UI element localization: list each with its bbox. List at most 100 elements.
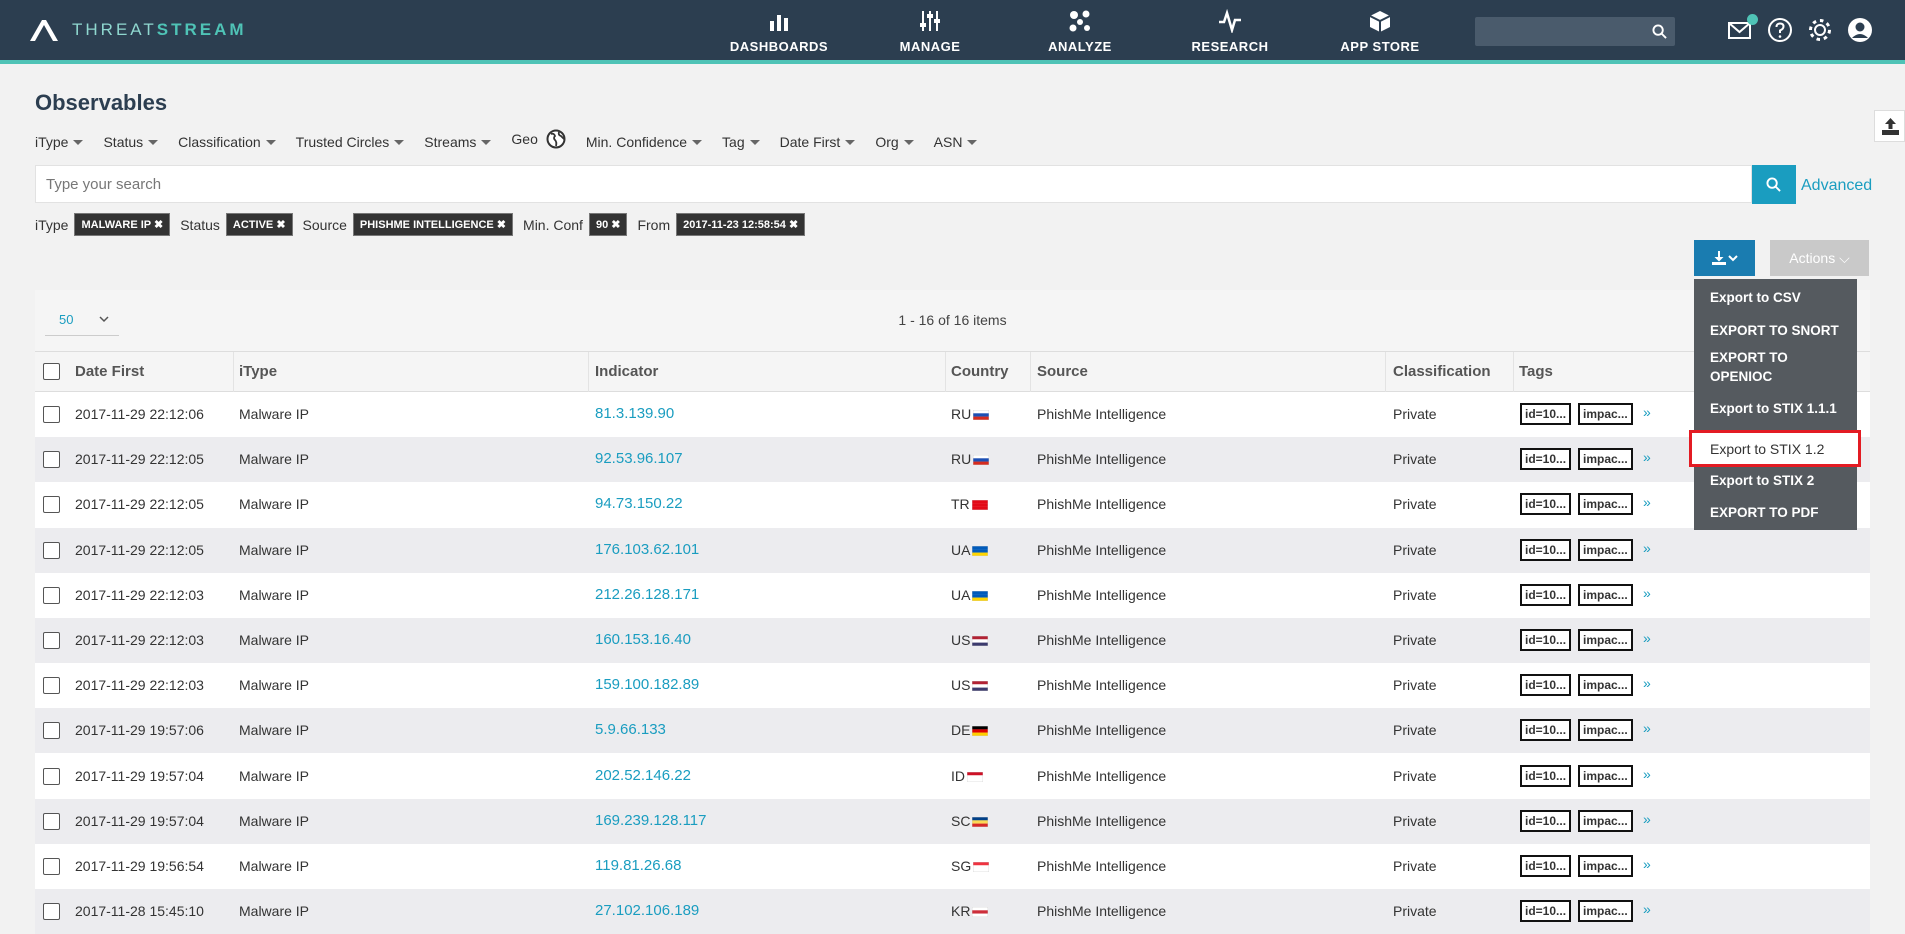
row-checkbox[interactable]: [43, 451, 60, 469]
filter-classification[interactable]: Classification: [178, 134, 276, 150]
more-tags-icon[interactable]: »: [1643, 811, 1651, 827]
nav-analyze[interactable]: ANALYZE: [1015, 9, 1145, 54]
row-checkbox[interactable]: [43, 406, 60, 423]
select-all-checkbox[interactable]: [43, 363, 60, 380]
col-country[interactable]: Country: [951, 363, 1009, 380]
advanced-search-link[interactable]: Advanced: [1801, 177, 1872, 195]
export-openioc-item[interactable]: EXPORT TO OPENIOC: [1710, 348, 1850, 386]
upload-button[interactable]: [1874, 110, 1905, 142]
filter-date-first[interactable]: Date First: [780, 134, 856, 150]
chip-from[interactable]: 2017-11-23 12:58:54 ✖: [676, 213, 806, 236]
nav-manage[interactable]: MANAGE: [865, 9, 995, 54]
user-icon[interactable]: [1847, 17, 1873, 43]
indicator-link[interactable]: 92.53.96.107: [595, 450, 683, 467]
table-row[interactable]: 2017-11-29 22:12:05 Malware IP 92.53.96.10…: [35, 437, 1870, 483]
brand-logo[interactable]: THREATSTREAM: [28, 18, 247, 42]
table-row[interactable]: 2017-11-28 15:45:10 Malware IP 27.102.106.…: [35, 889, 1870, 934]
tag-chip[interactable]: impac...: [1578, 855, 1633, 877]
col-classification[interactable]: Classification: [1393, 363, 1491, 380]
more-tags-icon[interactable]: »: [1643, 449, 1651, 465]
tag-chip[interactable]: impac...: [1578, 764, 1633, 787]
tag-chip[interactable]: id=10...: [1520, 719, 1572, 742]
tag-chip[interactable]: impac...: [1578, 448, 1633, 471]
tag-chip[interactable]: id=10...: [1520, 855, 1572, 877]
tag-chip[interactable]: id=10...: [1520, 809, 1572, 832]
help-icon[interactable]: [1767, 17, 1793, 43]
tag-chip[interactable]: impac...: [1578, 719, 1633, 742]
tag-chip[interactable]: impac...: [1578, 674, 1633, 697]
nav-dashboards[interactable]: DASHBOARDS: [714, 9, 844, 54]
row-checkbox[interactable]: [43, 812, 60, 830]
tag-chip[interactable]: impac...: [1578, 583, 1633, 606]
chip-itype[interactable]: MALWARE IP ✖: [74, 213, 171, 236]
tag-chip[interactable]: id=10...: [1520, 674, 1572, 697]
table-row[interactable]: 2017-11-29 19:57:04 Malware IP 202.52.146.…: [35, 754, 1870, 799]
export-pdf-item[interactable]: EXPORT TO PDF: [1710, 503, 1850, 522]
tag-chip[interactable]: id=10...: [1520, 493, 1572, 516]
filter-asn[interactable]: ASN: [934, 134, 978, 150]
filter-geo[interactable]: Geo: [511, 129, 566, 149]
export-dropdown-button[interactable]: [1694, 240, 1755, 276]
table-row[interactable]: 2017-11-29 22:12:03 Malware IP 160.153.16.…: [35, 618, 1870, 663]
indicator-link[interactable]: 160.153.16.40: [595, 631, 691, 648]
filter-itype[interactable]: iType: [35, 134, 84, 150]
tag-chip[interactable]: id=10...: [1520, 538, 1572, 561]
indicator-link[interactable]: 159.100.182.89: [595, 676, 699, 693]
col-source[interactable]: Source: [1037, 363, 1088, 380]
more-tags-icon[interactable]: »: [1643, 540, 1651, 556]
chip-status[interactable]: ACTIVE ✖: [225, 213, 293, 236]
row-checkbox[interactable]: [43, 903, 60, 921]
table-row[interactable]: 2017-11-29 22:12:05 Malware IP 176.103.62.…: [35, 527, 1870, 573]
chip-minconf[interactable]: 90 ✖: [588, 213, 628, 236]
table-row[interactable]: 2017-11-29 19:56:54 Malware IP 119.81.26.6…: [35, 844, 1870, 889]
tag-chip[interactable]: impac...: [1578, 900, 1633, 923]
nav-app-store[interactable]: APP STORE: [1315, 9, 1445, 54]
tag-chip[interactable]: impac...: [1578, 403, 1633, 425]
indicator-link[interactable]: 27.102.106.189: [595, 902, 699, 919]
tag-chip[interactable]: id=10...: [1520, 403, 1572, 425]
tag-chip[interactable]: id=10...: [1520, 629, 1572, 651]
table-row[interactable]: 2017-11-29 19:57:04 Malware IP 169.239.128…: [35, 798, 1870, 844]
filter-tag[interactable]: Tag: [722, 134, 760, 150]
export-csv-item[interactable]: Export to CSV: [1710, 288, 1850, 307]
tag-chip[interactable]: impac...: [1578, 629, 1633, 651]
tag-chip[interactable]: id=10...: [1520, 764, 1572, 787]
filter-org[interactable]: Org: [875, 134, 914, 150]
more-tags-icon[interactable]: »: [1643, 766, 1651, 782]
more-tags-icon[interactable]: »: [1643, 675, 1651, 691]
table-row[interactable]: 2017-11-29 22:12:05 Malware IP 94.73.150.2…: [35, 482, 1870, 527]
more-tags-icon[interactable]: »: [1643, 494, 1651, 510]
row-checkbox[interactable]: [43, 632, 60, 649]
row-checkbox[interactable]: [43, 858, 60, 875]
export-stix2-item[interactable]: Export to STIX 2: [1710, 471, 1850, 490]
row-checkbox[interactable]: [43, 677, 60, 695]
more-tags-icon[interactable]: »: [1643, 856, 1651, 872]
filter-trusted-circles[interactable]: Trusted Circles: [296, 134, 405, 150]
col-tags[interactable]: Tags: [1519, 363, 1553, 380]
row-checkbox[interactable]: [43, 767, 60, 785]
col-itype[interactable]: iType: [239, 363, 277, 380]
table-row[interactable]: 2017-11-29 22:12:06 Malware IP 81.3.139.90…: [35, 392, 1870, 437]
tag-chip[interactable]: id=10...: [1520, 900, 1572, 923]
actions-button[interactable]: Actions ⌵: [1770, 240, 1869, 276]
tag-chip[interactable]: impac...: [1578, 809, 1633, 832]
indicator-link[interactable]: 176.103.62.101: [595, 541, 699, 558]
more-tags-icon[interactable]: »: [1643, 901, 1651, 917]
table-row[interactable]: 2017-11-29 22:12:03 Malware IP 159.100.182…: [35, 663, 1870, 708]
indicator-link[interactable]: 81.3.139.90: [595, 405, 674, 422]
filter-streams[interactable]: Streams: [424, 134, 492, 150]
search-input[interactable]: [36, 166, 1751, 202]
col-date-first[interactable]: Date First: [75, 363, 144, 380]
col-indicator[interactable]: Indicator: [595, 363, 658, 380]
indicator-link[interactable]: 119.81.26.68: [595, 857, 681, 874]
row-checkbox[interactable]: [43, 541, 60, 559]
search-button[interactable]: [1752, 165, 1796, 204]
row-checkbox[interactable]: [43, 586, 60, 604]
tag-chip[interactable]: impac...: [1578, 538, 1633, 561]
filter-min-confidence[interactable]: Min. Confidence: [586, 134, 703, 150]
table-row[interactable]: 2017-11-29 22:12:03 Malware IP 212.26.128.…: [35, 573, 1870, 618]
indicator-link[interactable]: 5.9.66.133: [595, 721, 666, 738]
more-tags-icon[interactable]: »: [1643, 404, 1651, 420]
export-stix12-item[interactable]: Export to STIX 1.2: [1689, 430, 1861, 467]
gear-icon[interactable]: [1807, 17, 1833, 43]
